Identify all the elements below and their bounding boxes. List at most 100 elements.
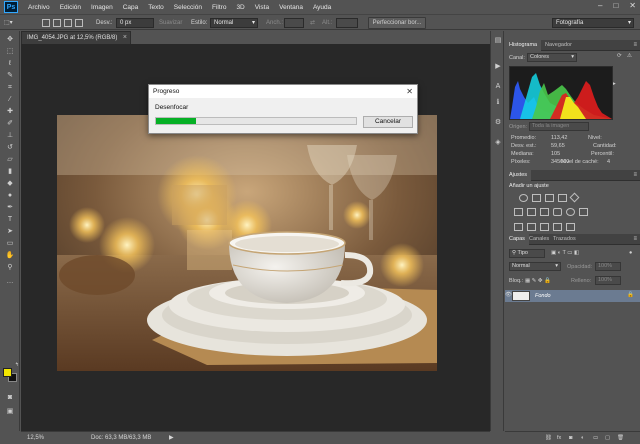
menu-vista[interactable]: Vista xyxy=(255,4,269,11)
screen-mode-icon[interactable]: ▣ xyxy=(5,407,15,416)
more-tools-icon[interactable]: … xyxy=(5,277,15,286)
swap-icon[interactable]: ⇄ xyxy=(310,18,315,28)
move-tool-icon[interactable]: ✥ xyxy=(5,35,15,44)
menu-seleccion[interactable]: Selección xyxy=(174,4,202,11)
tab-paths[interactable]: Trazados xyxy=(549,234,580,245)
status-menu-arrow-icon[interactable]: ▶ xyxy=(169,432,174,444)
blur-tool-icon[interactable]: ◆ xyxy=(5,179,15,188)
height-input[interactable] xyxy=(336,18,358,28)
panel-menu-icon[interactable]: ≡ xyxy=(633,234,637,245)
menu-archivo[interactable]: Archivo xyxy=(28,4,50,11)
menu-ayuda[interactable]: Ayuda xyxy=(313,4,331,11)
layer-style-icon[interactable]: fx xyxy=(557,435,561,442)
actions-panel-icon[interactable]: ▶ xyxy=(494,63,502,71)
black-white-icon[interactable] xyxy=(540,208,549,216)
new-layer-icon[interactable]: ▢ xyxy=(605,435,610,442)
new-adjustment-icon[interactable]: ◐ xyxy=(581,435,584,442)
color-balance-icon[interactable] xyxy=(527,208,536,216)
history-brush-icon[interactable]: ↺ xyxy=(5,143,15,152)
refine-edge-button[interactable]: Perfeccionar bor... xyxy=(368,17,426,29)
doc-size-info[interactable]: Doc: 63,3 MB/63,3 MB xyxy=(91,432,151,444)
clone-stamp-icon[interactable]: ⊥ xyxy=(5,131,15,140)
histogram-side-icon[interactable]: ▸ xyxy=(613,81,616,88)
zoom-level[interactable]: 12,5% xyxy=(27,432,44,444)
layer-row-fondo[interactable]: 👁 Fondo 🔒 xyxy=(505,290,640,302)
filter-toggle-icon[interactable]: ● xyxy=(629,250,632,257)
layer-kind-filter[interactable]: ⚲ Tipo xyxy=(509,249,545,258)
delete-layer-icon[interactable]: 🗑 xyxy=(617,435,624,442)
width-input[interactable] xyxy=(284,18,304,28)
document-tab[interactable]: IMG_4054.JPG at 12,5% (RGB/8) × xyxy=(21,31,131,44)
exposure-adjustment-icon[interactable] xyxy=(558,194,567,202)
gradient-map-icon[interactable] xyxy=(566,223,575,231)
info-panel-icon[interactable]: ℹ xyxy=(494,99,502,107)
channel-mixer-icon[interactable] xyxy=(566,208,575,216)
dodge-tool-icon[interactable]: ● xyxy=(5,191,15,200)
type-tool-icon[interactable]: T xyxy=(5,215,15,224)
antialias-checkbox[interactable]: Suavizar xyxy=(159,18,182,28)
lasso-tool-icon[interactable]: ℓ xyxy=(5,59,15,68)
tab-histogram[interactable]: Histograma xyxy=(505,40,542,51)
intersect-selection-icon[interactable] xyxy=(75,19,83,27)
tab-navigator[interactable]: Navegador xyxy=(541,40,576,51)
dialog-close-icon[interactable]: ✕ xyxy=(406,85,413,98)
menu-texto[interactable]: Texto xyxy=(148,4,164,11)
quick-mask-icon[interactable]: ◙ xyxy=(5,393,15,402)
shape-tool-icon[interactable]: ▭ xyxy=(5,239,15,248)
add-mask-icon[interactable]: ◙ xyxy=(569,435,572,442)
levels-adjustment-icon[interactable] xyxy=(532,194,541,202)
character-panel-icon[interactable]: A xyxy=(494,83,502,91)
blend-mode-select[interactable]: Normal ▾ xyxy=(509,262,561,271)
gradient-tool-icon[interactable]: ▮ xyxy=(5,167,15,176)
quick-selection-icon[interactable]: ✎ xyxy=(5,71,15,80)
close-window-button[interactable]: ✕ xyxy=(629,1,636,10)
menu-ventana[interactable]: Ventana xyxy=(279,4,303,11)
style-select[interactable]: Normal ▾ xyxy=(210,18,258,28)
marquee-tool-icon[interactable]: ⬚▾ xyxy=(4,18,13,28)
hand-tool-icon[interactable]: ✋ xyxy=(5,251,15,260)
path-selection-icon[interactable]: ➤ xyxy=(5,227,15,236)
maximize-button[interactable]: □ xyxy=(613,1,618,10)
histogram-refresh-icon[interactable]: ⟳ xyxy=(617,53,622,60)
cancel-button[interactable]: Cancelar xyxy=(363,116,413,128)
marquee-tool-icon[interactable]: ⬚ xyxy=(5,47,15,56)
channel-select[interactable]: Colores ▾ xyxy=(527,53,577,62)
menu-edicion[interactable]: Edición xyxy=(60,4,81,11)
new-group-icon[interactable]: ▭ xyxy=(593,435,598,442)
curves-adjustment-icon[interactable] xyxy=(545,194,554,202)
visibility-eye-icon[interactable]: 👁 xyxy=(505,292,512,299)
eraser-tool-icon[interactable]: ▱ xyxy=(5,155,15,164)
posterize-icon[interactable] xyxy=(527,223,536,231)
3d-panel-icon[interactable]: ◈ xyxy=(494,139,502,147)
menu-3d[interactable]: 3D xyxy=(236,4,244,11)
pen-tool-icon[interactable]: ✒ xyxy=(5,203,15,212)
foreground-color-swatch[interactable] xyxy=(3,368,12,377)
properties-panel-icon[interactable]: ⚙ xyxy=(494,119,502,127)
link-layers-icon[interactable]: ⛓ xyxy=(545,435,552,442)
panel-menu-icon[interactable]: ≡ xyxy=(633,40,637,51)
opacity-input[interactable]: 100% xyxy=(595,262,621,271)
lock-icons[interactable]: ▦ ✎ ✥ 🔒 xyxy=(525,278,551,285)
healing-brush-icon[interactable]: ✚ xyxy=(5,107,15,116)
new-selection-icon[interactable] xyxy=(42,19,50,27)
threshold-icon[interactable] xyxy=(540,223,549,231)
subtract-selection-icon[interactable] xyxy=(64,19,72,27)
vibrance-adjustment-icon[interactable] xyxy=(569,192,580,203)
fill-input[interactable]: 100% xyxy=(595,276,621,285)
feather-input[interactable]: 0 px xyxy=(116,18,154,28)
color-lookup-icon[interactable] xyxy=(579,208,588,216)
invert-icon[interactable] xyxy=(514,223,523,231)
hue-saturation-icon[interactable] xyxy=(514,208,523,216)
panel-menu-icon[interactable]: ≡ xyxy=(633,170,637,181)
add-selection-icon[interactable] xyxy=(53,19,61,27)
layer-filter-icons[interactable]: ▣ ◐ T ▭ ◧ xyxy=(551,250,579,257)
brush-tool-icon[interactable]: ✐ xyxy=(5,119,15,128)
source-select[interactable]: Toda la imagen xyxy=(529,122,589,131)
menu-capa[interactable]: Capa xyxy=(123,4,139,11)
workspace-select[interactable]: Fotografía ▾ xyxy=(552,18,634,28)
zoom-tool-icon[interactable]: ⚲ xyxy=(5,263,15,272)
close-tab-icon[interactable]: × xyxy=(123,32,127,44)
minimize-button[interactable]: ‒ xyxy=(598,1,602,10)
brightness-adjustment-icon[interactable] xyxy=(519,194,528,202)
tab-adjustments[interactable]: Ajustes xyxy=(505,170,532,181)
